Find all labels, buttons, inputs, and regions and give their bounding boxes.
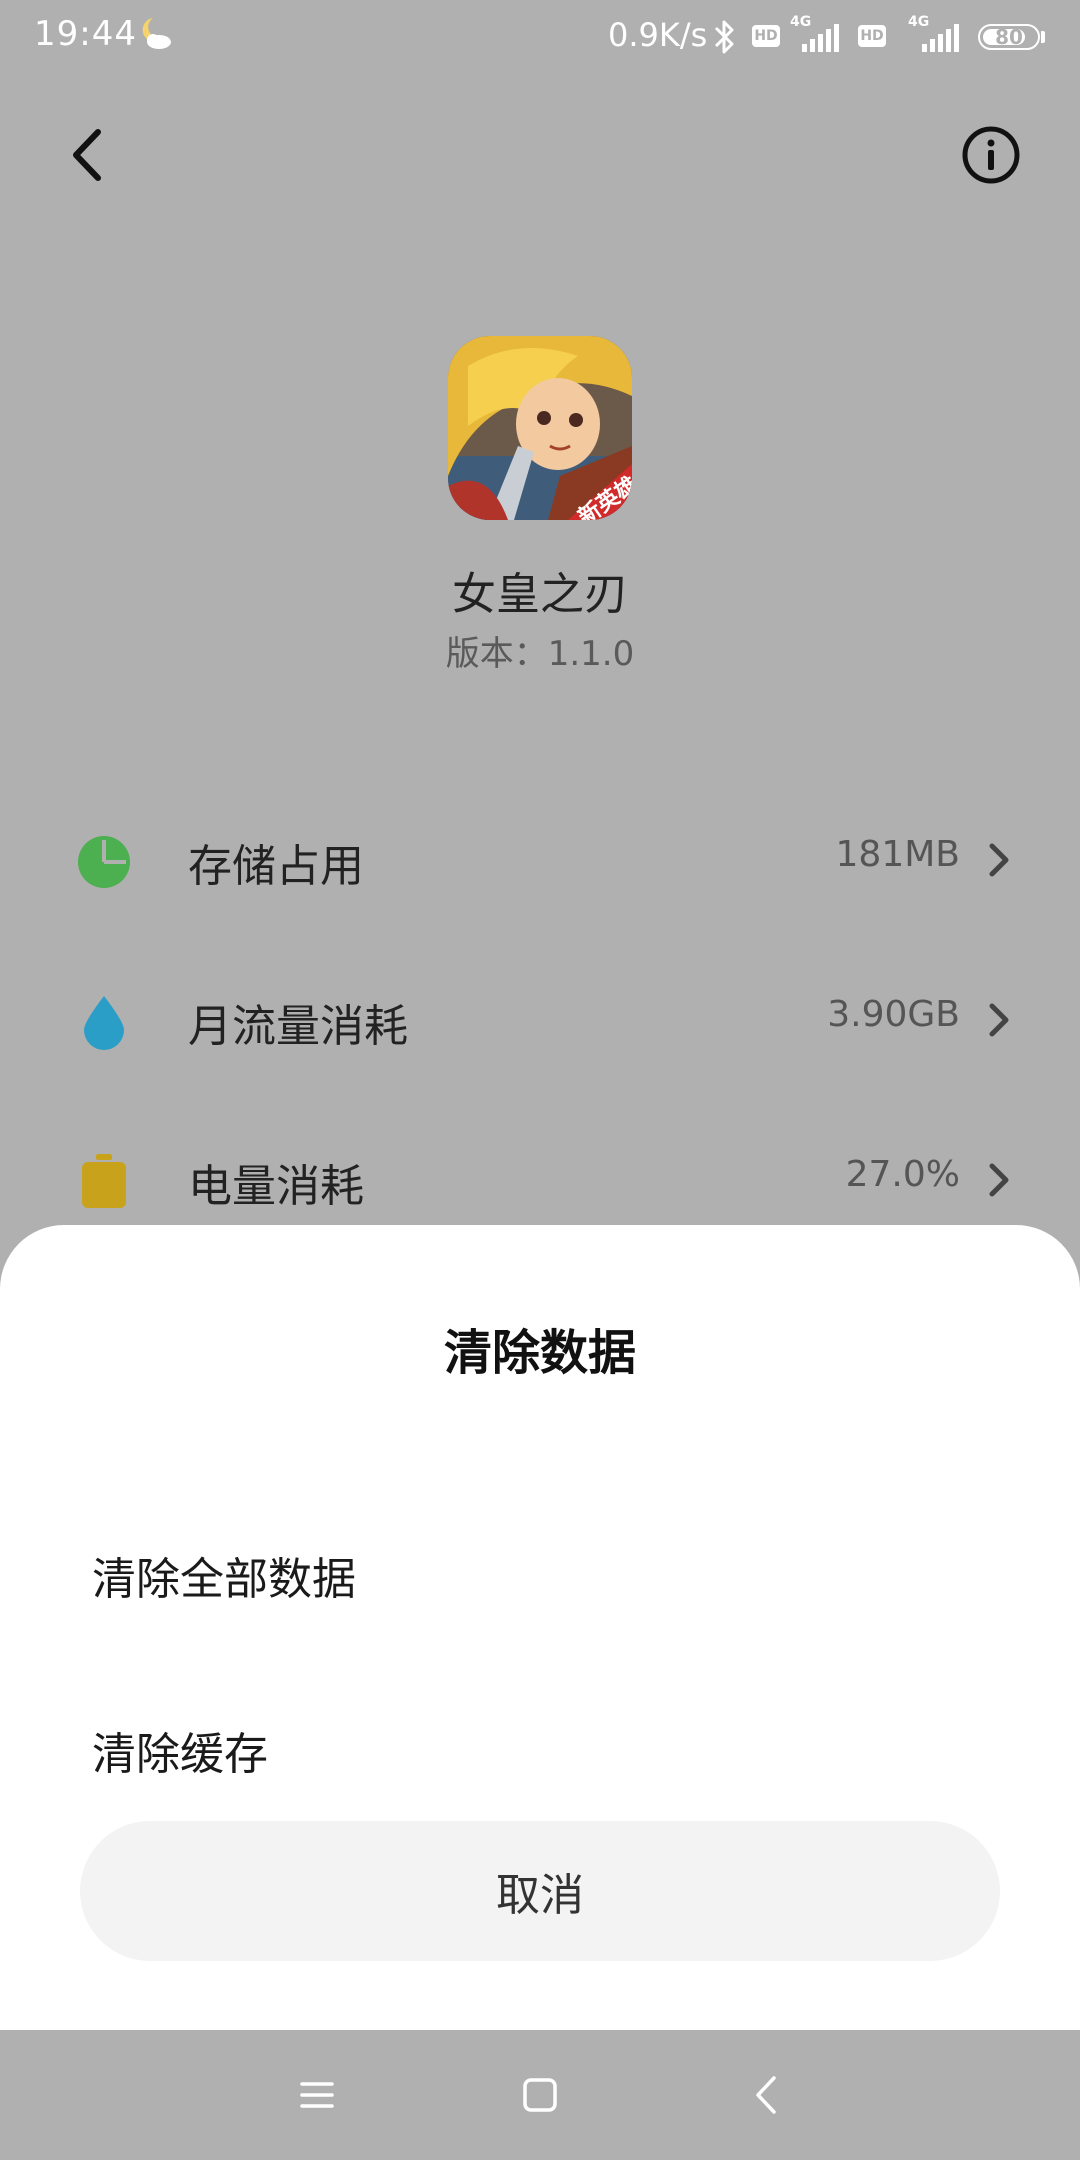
navigation-bar xyxy=(0,2030,1080,2160)
stat-row-battery[interactable]: 电量消耗 27.0% xyxy=(0,1128,1080,1228)
battery-icon xyxy=(82,1154,126,1208)
game-app-icon: 新英雄 xyxy=(448,336,632,520)
info-circle-icon[interactable] xyxy=(960,124,1022,186)
menu-icon[interactable] xyxy=(292,2070,342,2120)
battery-indicator: 80 xyxy=(978,24,1040,50)
signal-strength-icon xyxy=(802,24,839,52)
app-name: 女皇之刃 xyxy=(452,569,628,620)
chevron-right-icon xyxy=(989,843,1009,877)
clear-cache-option[interactable]: 清除缓存 xyxy=(0,1680,1080,1810)
app-version: 版本：1.1.0 xyxy=(445,634,635,674)
battery-nub xyxy=(1041,31,1045,43)
stat-label: 电量消耗 xyxy=(188,1161,364,1212)
stat-row-data-usage[interactable]: 月流量消耗 3.90GB xyxy=(0,968,1080,1068)
option-label: 清除缓存 xyxy=(92,1729,268,1780)
stat-label: 月流量消耗 xyxy=(188,1001,408,1052)
signal-strength-icon xyxy=(922,24,959,52)
status-time: 19:44 xyxy=(34,14,137,54)
back-triangle-icon[interactable] xyxy=(742,2070,792,2120)
bluetooth-icon xyxy=(714,20,734,54)
chevron-right-icon xyxy=(989,1003,1009,1037)
stat-label: 存储占用 xyxy=(188,841,364,892)
option-label: 清除全部数据 xyxy=(92,1554,356,1605)
sheet-title: 清除数据 xyxy=(443,1325,636,1381)
stat-row-storage[interactable]: 存储占用 181MB xyxy=(0,808,1080,908)
home-square-icon[interactable] xyxy=(515,2070,565,2120)
app-info-screen: 19:44 0.9K/s HD 4G HD 4G 80 新英雄 女皇之刃 版本：… xyxy=(0,0,1080,2160)
clear-all-data-option[interactable]: 清除全部数据 xyxy=(0,1505,1080,1635)
game-app-icon-art: 新英雄 xyxy=(448,336,632,520)
network-speed: 0.9K/s xyxy=(608,16,708,54)
stat-value: 3.90GB xyxy=(827,994,960,1035)
pie-chart-icon xyxy=(78,836,130,888)
battery-level: 80 xyxy=(995,25,1023,49)
clear-data-sheet: 清除数据 清除全部数据 清除缓存 取消 xyxy=(0,1225,1080,2030)
water-drop-icon xyxy=(84,996,124,1050)
crescent-moon-cloud-icon xyxy=(142,18,171,49)
status-bar: 19:44 0.9K/s HD 4G HD 4G 80 xyxy=(0,0,1080,76)
cancel-button[interactable]: 取消 xyxy=(80,1821,1000,1961)
sim1-hd-badge: HD xyxy=(752,25,780,47)
sim2-hd-badge: HD xyxy=(858,25,886,47)
chevron-right-icon xyxy=(989,1163,1009,1197)
stat-value: 27.0% xyxy=(845,1154,960,1195)
stat-value: 181MB xyxy=(835,834,960,875)
back-button[interactable] xyxy=(60,120,120,190)
